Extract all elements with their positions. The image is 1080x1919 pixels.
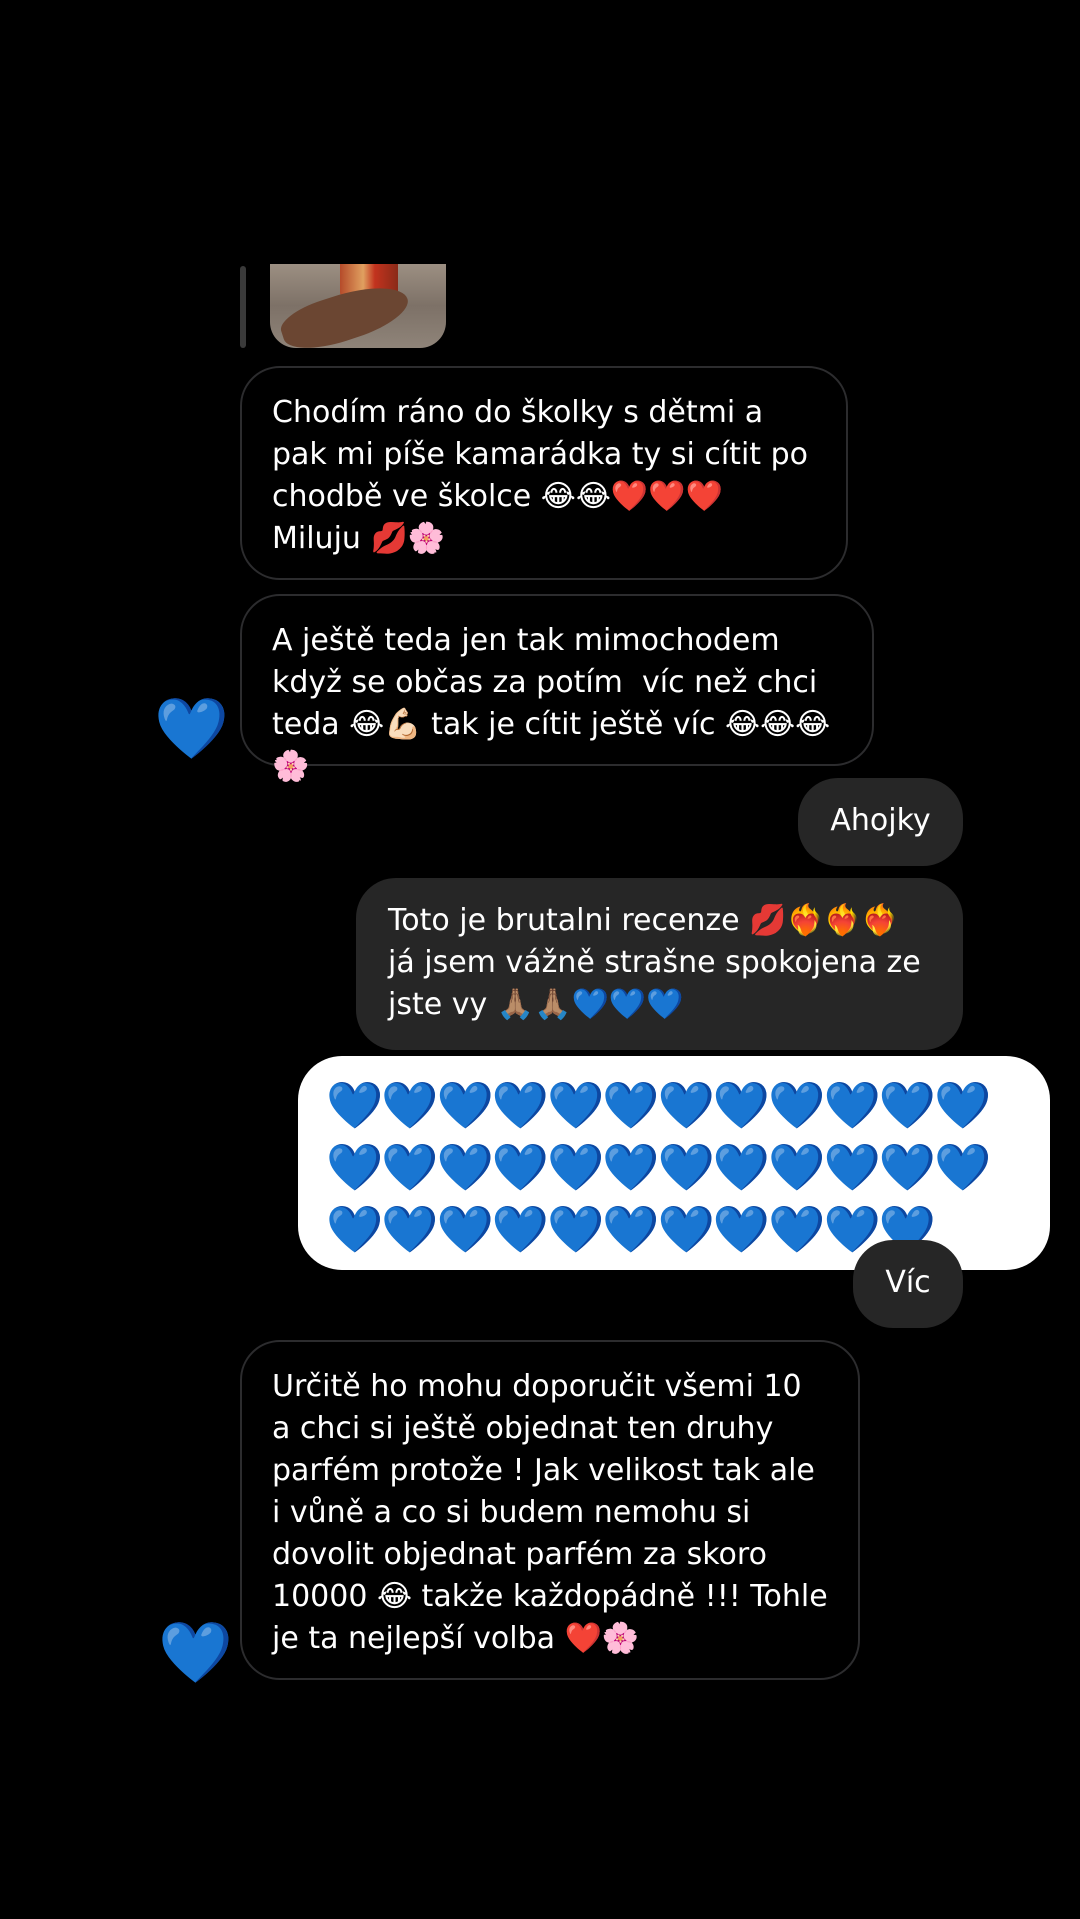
shared-photo-thumbnail[interactable]	[270, 264, 446, 348]
incoming-message-bubble[interactable]: Určitě ho mohu doporučit všemi 10 a chci…	[240, 1340, 860, 1680]
incoming-message-bubble[interactable]: A ještě teda jen tak mimochodem když se …	[240, 594, 874, 784]
incoming-message-bubble[interactable]: Chodím ráno do školky s dětmi a pak mi p…	[240, 366, 848, 580]
outgoing-emoji-bubble[interactable]: 💙💙💙💙💙💙💙💙💙💙💙💙💙💙💙💙💙💙💙💙💙💙💙💙💙💙💙💙💙💙💙💙💙💙💙	[298, 1056, 1050, 1270]
outgoing-message-bubble[interactable]: Ahojky	[798, 778, 963, 866]
message-thread: Chodím ráno do školky s dětmi a pak mi p…	[0, 0, 1080, 1919]
reply-quote-bar	[240, 266, 246, 348]
outgoing-message-bubble[interactable]: Víc	[853, 1240, 963, 1328]
outgoing-message-bubble[interactable]: Toto je brutalni recenze 💋❤️‍🔥❤️‍🔥❤️‍🔥 j…	[356, 878, 963, 1050]
blue-heart-reaction-icon[interactable]: 💙	[158, 1618, 233, 1688]
blue-heart-reaction-icon[interactable]: 💙	[154, 694, 229, 764]
